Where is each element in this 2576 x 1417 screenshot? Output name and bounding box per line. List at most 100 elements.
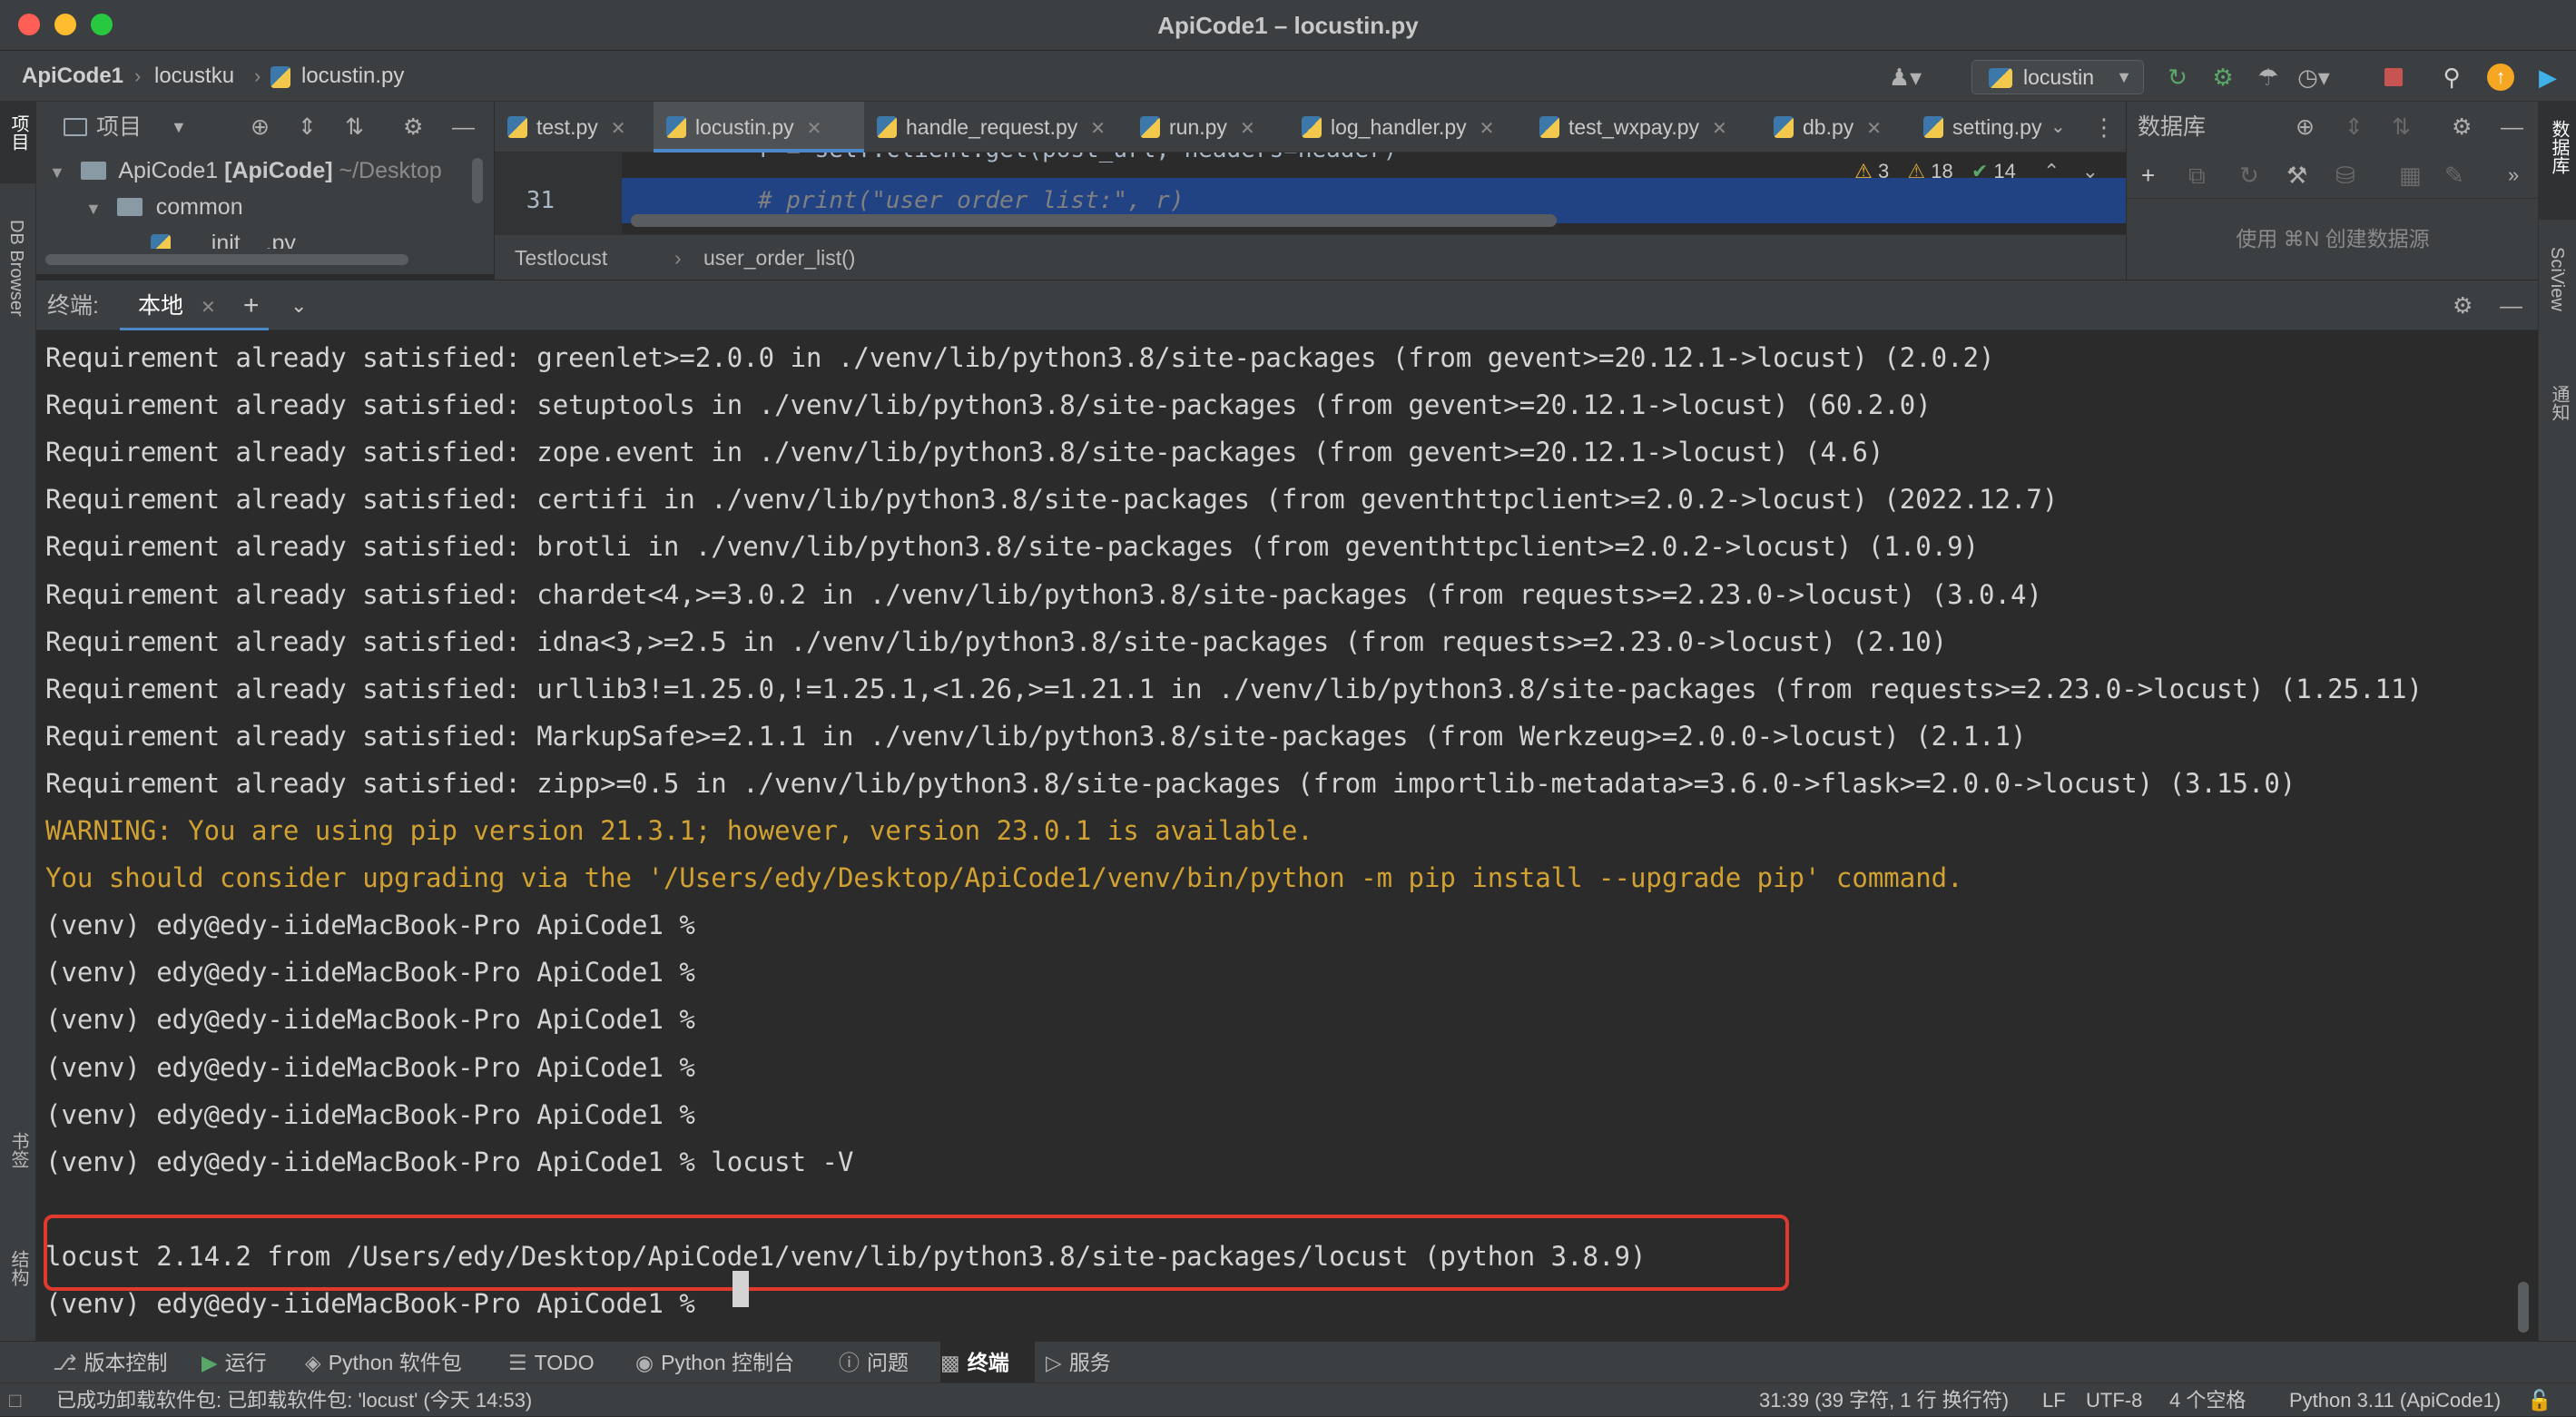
- new-terminal-icon[interactable]: +: [243, 280, 260, 331]
- close-icon[interactable]: ✕: [201, 298, 216, 318]
- copy-icon: ⧉: [2188, 162, 2206, 189]
- project-horizontal-scrollbar[interactable]: [45, 254, 408, 265]
- gear-icon[interactable]: ⚙: [403, 102, 423, 153]
- panel-toggle-icon[interactable]: □: [9, 1383, 21, 1417]
- next-highlight-icon[interactable]: ⌄: [2082, 160, 2099, 182]
- tool-window-services[interactable]: ▷ 服务: [1046, 1342, 1136, 1383]
- tool-window-run[interactable]: ▶ 运行: [202, 1342, 292, 1383]
- tool-window-layers[interactable]: ◈ Python 软件包: [305, 1342, 496, 1383]
- more-actions-icon[interactable]: »: [2508, 153, 2519, 198]
- profile-icon[interactable]: ◷▾: [2297, 62, 2330, 93]
- locate-icon[interactable]: ⊕: [2296, 102, 2315, 153]
- indent-setting[interactable]: 4 个空格: [2169, 1383, 2246, 1417]
- hide-icon[interactable]: —: [2500, 280, 2522, 331]
- terminal-prompt-line: (venv) edy@edy-iideMacBook-Pro ApiCode1 …: [45, 1288, 695, 1319]
- locate-icon[interactable]: ⊕: [251, 102, 270, 153]
- previous-highlight-icon[interactable]: ⌃: [2043, 160, 2060, 182]
- close-icon[interactable]: ✕: [1712, 119, 1727, 139]
- project-tool-window-button[interactable]: 项目: [0, 102, 36, 183]
- rerun-icon[interactable]: ↻: [2162, 62, 2193, 93]
- left-tool-stripe: 项目 DB Browser 书签 结构: [0, 102, 36, 1341]
- sciview-tool-window-button[interactable]: SciView: [2539, 247, 2576, 356]
- terminal-scrollbar[interactable]: [2518, 1282, 2529, 1333]
- code-editor[interactable]: 31 r = self.client.get(post_url, headers…: [495, 153, 2126, 234]
- tab-log-handler-py[interactable]: log_handler.py ✕: [1289, 102, 1527, 153]
- project-panel-title[interactable]: 项目: [96, 102, 142, 153]
- tool-window-list[interactable]: ☰ TODO: [508, 1342, 626, 1383]
- tool-window-python[interactable]: ◉ Python 控制台: [635, 1342, 826, 1383]
- lock-icon[interactable]: 🔓: [2527, 1383, 2551, 1417]
- tool-window-branch[interactable]: ⎇ 版本控制: [53, 1342, 189, 1383]
- coverage-icon[interactable]: ☂: [2253, 62, 2284, 93]
- structure-tool-window-button[interactable]: 结构: [0, 1250, 36, 1323]
- tab-db-py[interactable]: db.py ✕: [1761, 102, 1911, 153]
- notifications-tool-window-button[interactable]: 通知: [2539, 385, 2576, 467]
- breadcrumb-file[interactable]: locustin.py: [270, 51, 404, 102]
- database-empty-hint[interactable]: 使用 ⌘N 创建数据源: [2127, 198, 2539, 280]
- tab-handle-request-py[interactable]: handle_request.py ✕: [864, 102, 1127, 153]
- stop-icon[interactable]: [2378, 62, 2409, 93]
- python-interpreter[interactable]: Python 3.11 (ApiCode1): [2289, 1383, 2501, 1417]
- tab-label: handle_request.py: [906, 115, 1078, 139]
- project-tool-label: 项目: [8, 114, 28, 151]
- tab-locustin-py[interactable]: locustin.py ✕: [654, 102, 864, 153]
- more-options-icon[interactable]: ⋮: [2092, 102, 2116, 153]
- close-icon[interactable]: ✕: [1866, 119, 1882, 139]
- project-scrollbar[interactable]: [472, 158, 483, 203]
- tool-window-info[interactable]: ⓘ 问题: [839, 1342, 929, 1383]
- tab-test-wxpay-py[interactable]: test_wxpay.py ✕: [1527, 102, 1761, 153]
- chevron-down-icon[interactable]: ▼: [171, 102, 187, 153]
- terminal-header: 终端: 本地 ✕ + ⌄ ⚙ —: [36, 280, 2538, 331]
- project-panel: 项目 ▼ ⊕ ⇕ ⇅ ⚙ — ▼ ApiCode1 [ApiCode] ~/De…: [36, 102, 495, 274]
- chevron-down-icon[interactable]: ⌄: [290, 280, 307, 331]
- tab-setting-py[interactable]: setting.py: [1911, 102, 2047, 153]
- gear-icon[interactable]: ⚙: [2453, 280, 2473, 331]
- search-icon[interactable]: ⚲: [2436, 62, 2467, 93]
- line-separator[interactable]: LF: [2042, 1383, 2066, 1417]
- breadcrumb-folder[interactable]: locustku: [154, 51, 234, 102]
- jetbrains-logo-icon[interactable]: ▶: [2532, 62, 2563, 93]
- gear-icon[interactable]: ⚙: [2452, 102, 2472, 153]
- caret-position[interactable]: 31:39 (39 字符, 1 行 换行符): [1759, 1383, 2009, 1417]
- chevron-down-icon: ▼: [2116, 68, 2132, 86]
- hide-icon[interactable]: —: [2501, 102, 2523, 153]
- close-icon[interactable]: ✕: [1480, 119, 1495, 139]
- close-icon[interactable]: ✕: [1240, 119, 1255, 139]
- inspection-widget[interactable]: ⚠ 3 ⚠ 18 ✔ 14 ⌃ ⌄: [1854, 160, 2099, 187]
- close-icon[interactable]: ✕: [807, 119, 822, 139]
- tool-window-terminal[interactable]: ▩ 终端: [940, 1342, 1035, 1383]
- user-icon[interactable]: ♟▾: [1889, 62, 1922, 93]
- folder-icon: [116, 198, 143, 216]
- editor-horizontal-scrollbar[interactable]: [631, 214, 1557, 227]
- run-configuration-select[interactable]: locustin ▼: [1971, 60, 2144, 94]
- info-icon: ⓘ: [839, 1351, 860, 1374]
- tree-item-common[interactable]: ▼ common: [85, 189, 243, 225]
- file-encoding[interactable]: UTF-8: [2086, 1383, 2142, 1417]
- add-icon[interactable]: +: [2141, 153, 2155, 198]
- collapse-all-icon[interactable]: ⇅: [345, 102, 364, 153]
- bookmarks-tool-window-button[interactable]: 书签: [0, 1132, 36, 1205]
- breadcrumb-project[interactable]: ApiCode1: [22, 51, 123, 102]
- update-icon[interactable]: ↑: [2485, 62, 2516, 93]
- tree-item-project-root[interactable]: ▼ ApiCode1 [ApiCode] ~/Desktop: [49, 153, 442, 189]
- db-tools-icon[interactable]: ⚒: [2286, 153, 2307, 198]
- terminal-output-line: (venv) edy@edy-iideMacBook-Pro ApiCode1 …: [45, 1098, 695, 1130]
- db-browser-tool-window-button[interactable]: DB Browser: [0, 220, 36, 474]
- close-icon[interactable]: ✕: [1090, 119, 1106, 139]
- project-path-label: ~/Desktop: [339, 158, 442, 183]
- hide-icon[interactable]: —: [452, 102, 475, 153]
- expand-all-icon[interactable]: ⇕: [298, 102, 317, 153]
- breadcrumb-method[interactable]: user_order_list(): [662, 235, 855, 280]
- tree-item-init[interactable]: __init__.py: [151, 225, 296, 249]
- terminal-output[interactable]: Requirement already satisfied: greenlet>…: [36, 330, 2538, 1341]
- tab-test-py[interactable]: test.py ✕: [495, 102, 654, 153]
- close-icon[interactable]: ✕: [611, 119, 626, 139]
- status-message[interactable]: 已成功卸载软件包: 已卸载软件包: 'locust' (今天 14:53): [56, 1383, 532, 1417]
- breadcrumb-class[interactable]: Testlocust: [515, 235, 607, 280]
- chevron-down-icon[interactable]: ⌄: [2050, 102, 2066, 153]
- terminal-output-line: (venv) edy@edy-iideMacBook-Pro ApiCode1 …: [45, 1146, 854, 1177]
- python-file-icon: [507, 116, 527, 138]
- debug-icon[interactable]: ⚙: [2207, 62, 2238, 93]
- tab-run-py[interactable]: run.py ✕: [1127, 102, 1289, 153]
- database-tool-window-button[interactable]: 数据库: [2539, 102, 2576, 220]
